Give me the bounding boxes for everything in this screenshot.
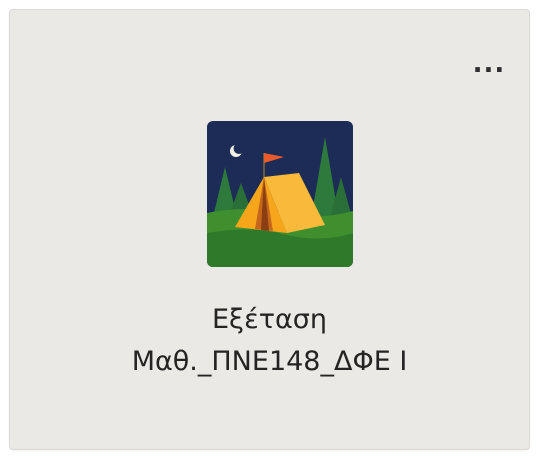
team-name-line-1: Εξέταση: [212, 304, 327, 335]
team-card[interactable]: ... Εξέταση Μαθ._ΠΝΕ148_ΔΦΕ Ι: [9, 9, 530, 450]
camping-tent-icon: [207, 121, 353, 267]
more-options-button[interactable]: ...: [467, 51, 511, 77]
team-name-line-2: Μαθ._ΠΝΕ148_ΔΦΕ Ι: [131, 346, 408, 377]
team-name[interactable]: Εξέταση Μαθ._ΠΝΕ148_ΔΦΕ Ι: [10, 299, 529, 383]
